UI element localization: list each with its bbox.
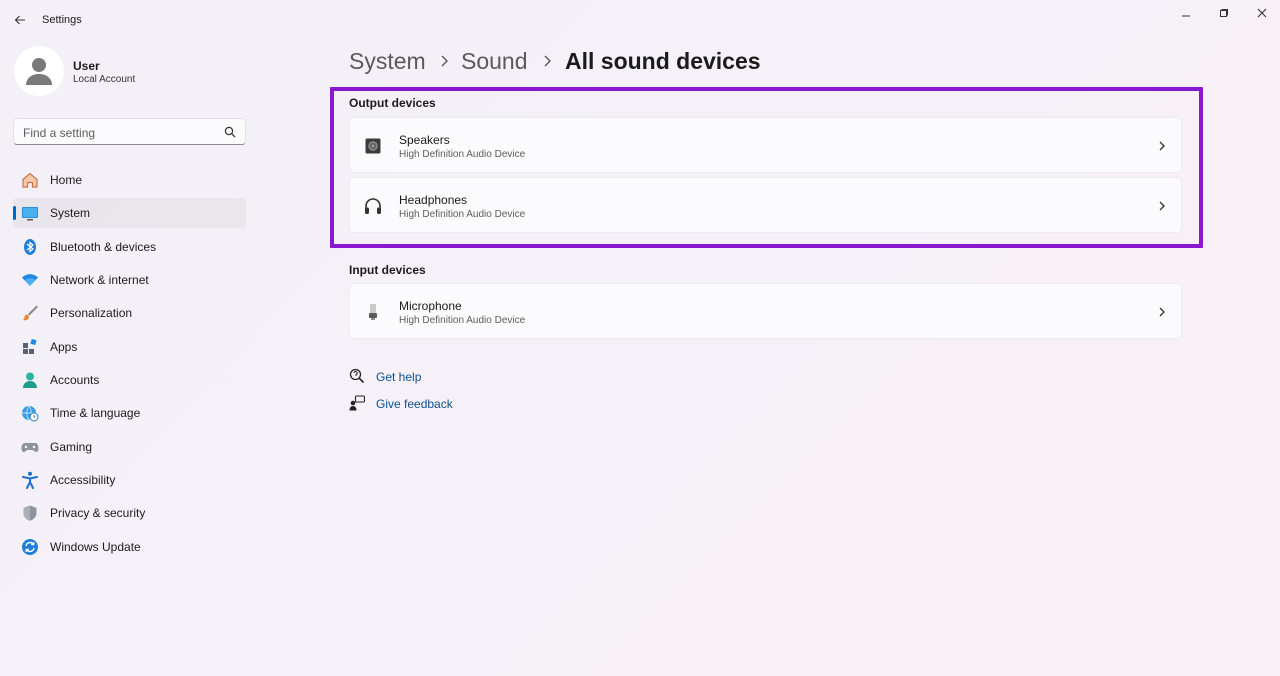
close-icon xyxy=(1257,8,1267,18)
active-indicator xyxy=(13,206,16,220)
input-devices-heading: Input devices xyxy=(349,263,426,277)
user-name: User xyxy=(73,59,100,73)
sidebar-item-accounts[interactable]: Accounts xyxy=(13,365,246,395)
sidebar-item-system[interactable]: System xyxy=(13,198,246,228)
sidebar-item-personalization[interactable]: Personalization xyxy=(13,298,246,328)
restore-button[interactable] xyxy=(1206,4,1242,22)
minimize-button[interactable] xyxy=(1168,4,1204,22)
app-title: Settings xyxy=(42,14,82,26)
microphone-icon xyxy=(363,302,383,322)
chevron-right-icon xyxy=(544,55,551,67)
apps-icon xyxy=(21,338,39,356)
feedback-icon xyxy=(349,395,365,411)
get-help-label: Get help xyxy=(376,370,422,384)
highlight-box xyxy=(330,87,1203,248)
bluetooth-icon xyxy=(21,238,39,256)
search-input[interactable]: Find a setting xyxy=(13,118,246,145)
person-icon xyxy=(26,58,52,85)
chevron-right-icon xyxy=(1159,307,1165,317)
globe-clock-icon xyxy=(21,404,39,422)
device-name: Microphone xyxy=(399,299,462,313)
chevron-right-icon xyxy=(441,55,448,67)
restore-icon xyxy=(1220,9,1228,17)
accessibility-icon xyxy=(21,471,39,489)
back-button[interactable] xyxy=(8,10,32,30)
sidebar-item-home[interactable]: Home xyxy=(13,165,246,195)
breadcrumb-system[interactable]: System xyxy=(349,48,426,75)
breadcrumb-sound[interactable]: Sound xyxy=(461,48,528,75)
back-arrow-icon xyxy=(14,15,25,25)
sidebar-item-bluetooth[interactable]: Bluetooth & devices xyxy=(13,232,246,262)
home-icon xyxy=(21,171,39,189)
search-icon xyxy=(224,126,236,138)
wifi-icon xyxy=(21,271,39,289)
gamepad-icon xyxy=(21,438,39,456)
sidebar-item-network[interactable]: Network & internet xyxy=(13,265,246,295)
shield-icon xyxy=(21,504,39,522)
sidebar-item-apps[interactable]: Apps xyxy=(13,332,246,362)
close-button[interactable] xyxy=(1244,4,1280,22)
account-type: Local Account xyxy=(73,74,136,85)
device-description: High Definition Audio Device xyxy=(399,315,526,326)
sidebar-item-accessibility[interactable]: Accessibility xyxy=(13,465,246,495)
account-icon xyxy=(21,371,39,389)
title-bar: Settings xyxy=(0,0,1280,40)
search-placeholder: Find a setting xyxy=(23,126,96,140)
avatar[interactable] xyxy=(14,46,64,96)
update-icon xyxy=(21,538,39,556)
sidebar-item-privacy[interactable]: Privacy & security xyxy=(13,498,246,528)
sidebar-item-windows-update[interactable]: Windows Update xyxy=(13,532,246,562)
sidebar-item-gaming[interactable]: Gaming xyxy=(13,432,246,462)
page-title: All sound devices xyxy=(565,48,761,74)
monitor-icon xyxy=(21,204,39,222)
help-icon xyxy=(349,368,365,384)
sidebar-item-time-language[interactable]: Time & language xyxy=(13,398,246,428)
give-feedback-label: Give feedback xyxy=(376,397,453,411)
minimize-icon xyxy=(1182,15,1190,17)
device-card-microphone[interactable]: Microphone High Definition Audio Device xyxy=(349,283,1182,339)
brush-icon xyxy=(21,304,39,322)
